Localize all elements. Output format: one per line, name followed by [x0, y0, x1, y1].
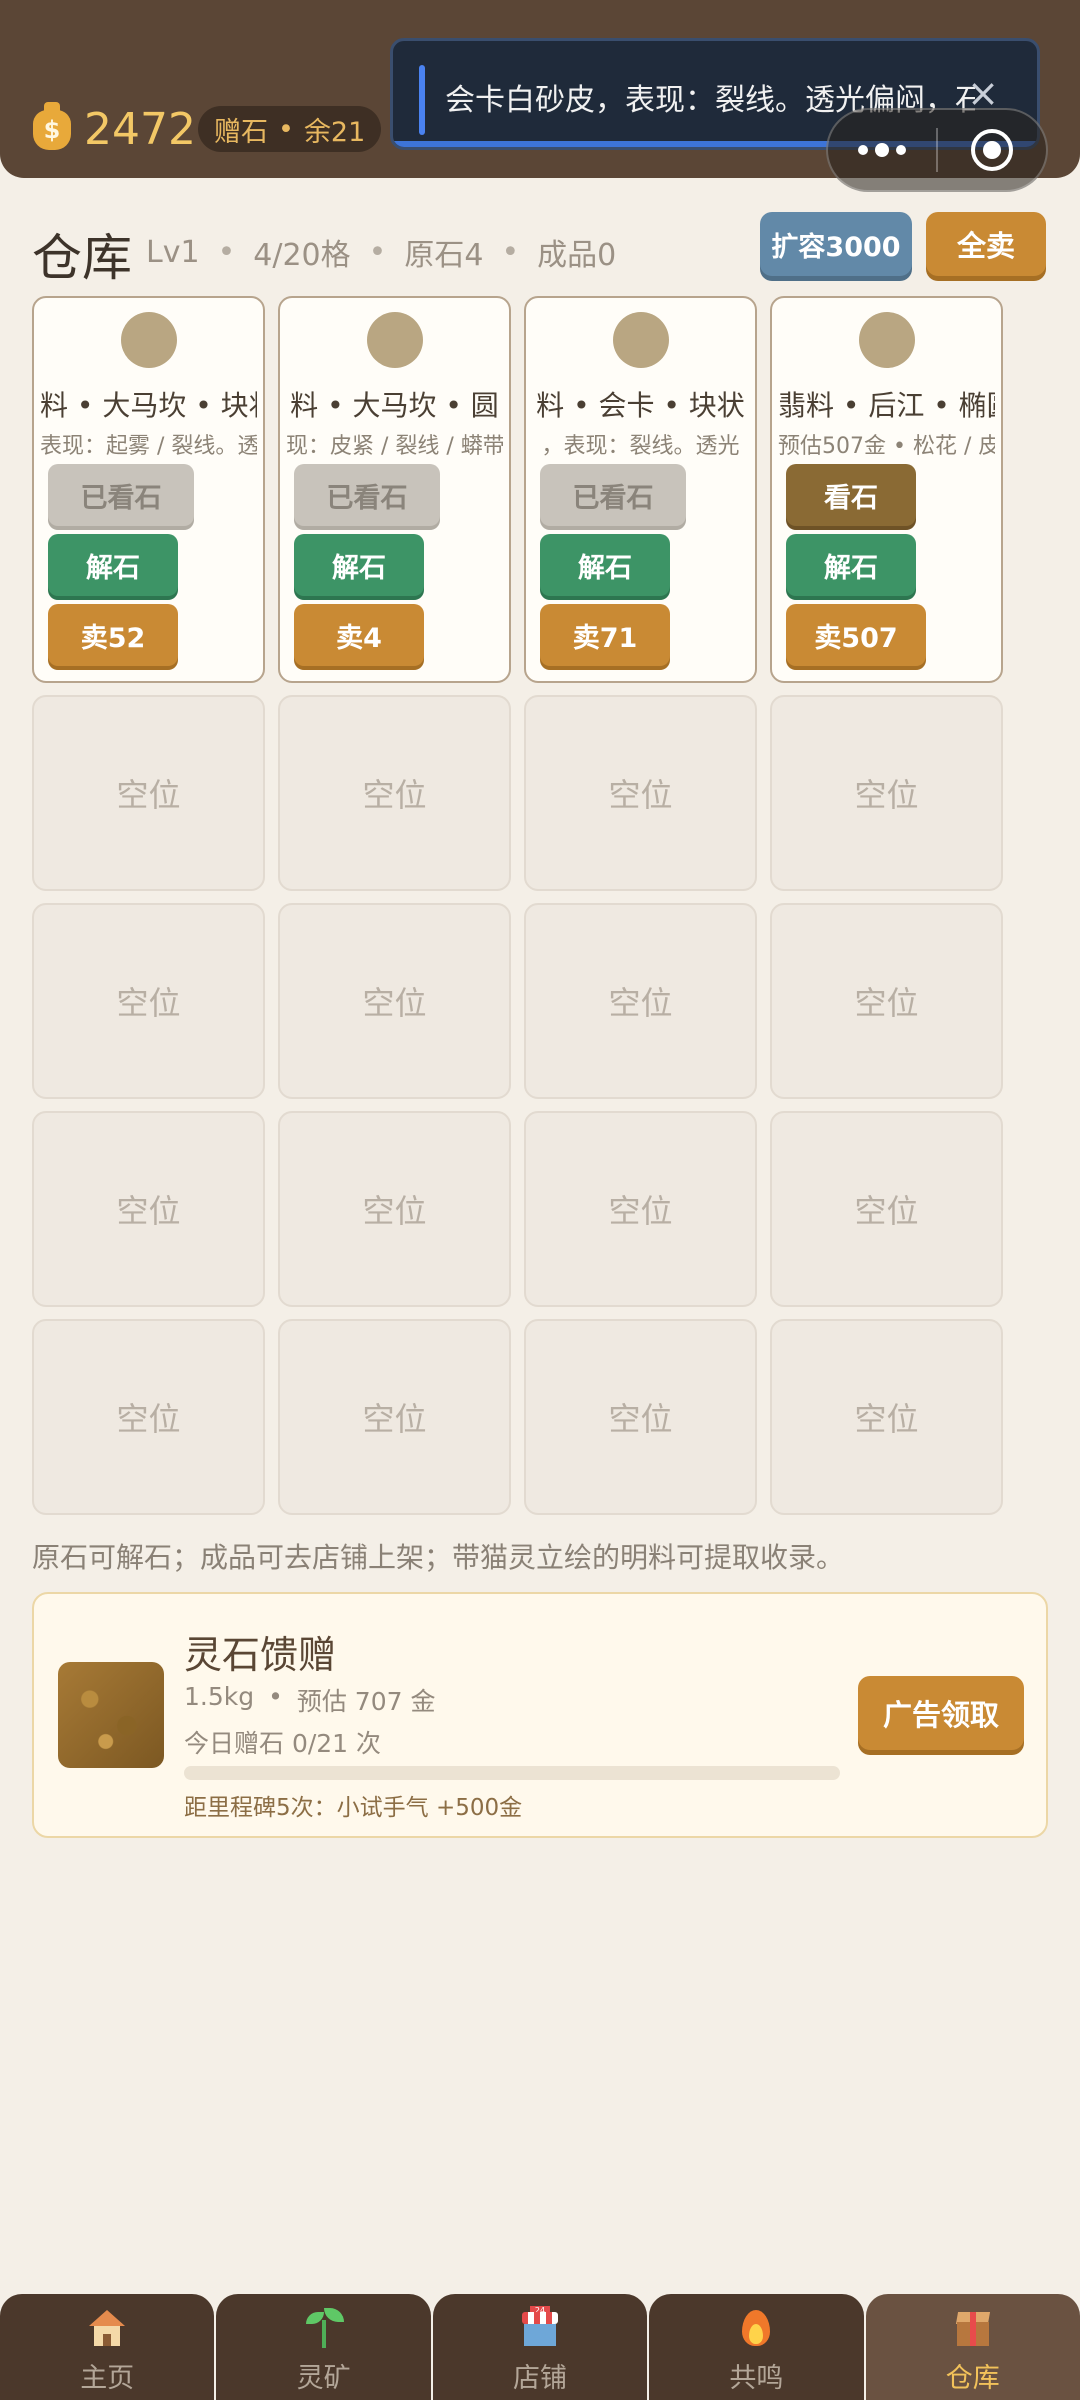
- empty-slot[interactable]: 空位: [32, 903, 265, 1099]
- item-description: ，表现：裂线。透光: [541, 434, 740, 459]
- bottom-navigation: 主页 灵矿 24 店铺 共鸣 仓库: [0, 2294, 1080, 2400]
- gift-label: 赠石: [214, 116, 268, 148]
- coin-symbol: $: [33, 101, 71, 150]
- daily-progress-bar: [184, 1766, 840, 1780]
- warehouse-level: Lv1: [146, 234, 200, 270]
- inventory-grid: 料 • 大马坎 • 块状 表现：起雾 / 裂线。透 已看石 解石 卖52 料 •…: [32, 296, 1004, 1515]
- cut-stone-button[interactable]: 解石: [786, 534, 916, 596]
- nav-label: 仓库: [945, 2363, 1000, 2394]
- gift-weight: 1.5kg: [184, 1682, 255, 1711]
- nav-label: 店铺: [512, 2363, 567, 2394]
- stone-thumbnail: [858, 312, 915, 368]
- item-name: 料 • 会卡 • 块状: [536, 389, 745, 422]
- empty-slot[interactable]: 空位: [524, 1111, 757, 1307]
- stone-thumbnail: [120, 312, 177, 368]
- gift-stone-badge[interactable]: 赠石 • 余21: [198, 106, 382, 152]
- empty-slot[interactable]: 空位: [278, 1111, 511, 1307]
- gift-details: 1.5kg • 预估 707 金: [184, 1682, 435, 1718]
- sprout-icon: [302, 2306, 346, 2350]
- empty-slot[interactable]: 空位: [770, 1319, 1003, 1515]
- separator-dot: •: [217, 234, 236, 270]
- cut-stone-button[interactable]: 解石: [48, 534, 178, 596]
- separator-dot: •: [501, 234, 520, 270]
- empty-slot[interactable]: 空位: [524, 903, 757, 1099]
- empty-slot[interactable]: 空位: [278, 695, 511, 891]
- nav-mine[interactable]: 灵矿: [216, 2294, 431, 2400]
- close-icon[interactable]: ×: [967, 73, 999, 113]
- viewed-stone-button[interactable]: 已看石: [294, 464, 440, 526]
- inventory-item[interactable]: 翡料 • 后江 • 椭圆 预估507金 • 松花 / 皮 看石 解石 卖507: [770, 296, 1003, 683]
- help-text: 原石可解石；成品可去店铺上架；带猫灵立绘的明料可提取收录。: [32, 1541, 845, 1574]
- warehouse-slots: 4/20格: [253, 238, 351, 273]
- watch-ad-claim-button[interactable]: 广告领取: [858, 1676, 1024, 1750]
- empty-slot[interactable]: 空位: [770, 903, 1003, 1099]
- milestone-text: 距里程碑5次：小试手气 +500金: [184, 1795, 523, 1821]
- empty-slot[interactable]: 空位: [32, 695, 265, 891]
- nav-home[interactable]: 主页: [0, 2294, 215, 2400]
- page-title: 仓库: [32, 229, 132, 287]
- inventory-item[interactable]: 料 • 会卡 • 块状 ，表现：裂线。透光 已看石 解石 卖71: [524, 296, 757, 683]
- gift-estimate: 预估 707 金: [296, 1687, 436, 1716]
- nav-resonance[interactable]: 共鸣: [649, 2294, 864, 2400]
- sell-all-button[interactable]: 全卖: [926, 212, 1046, 276]
- gift-title: 灵石馈赠: [184, 1633, 337, 1677]
- expand-button[interactable]: 扩容3000: [760, 212, 912, 276]
- box-icon: [951, 2306, 995, 2350]
- nav-label: 主页: [80, 2363, 135, 2394]
- nav-label: 共鸣: [729, 2363, 784, 2394]
- sell-button[interactable]: 卖4: [294, 604, 424, 666]
- empty-slot[interactable]: 空位: [32, 1111, 265, 1307]
- gift-remaining: 余21: [303, 116, 366, 148]
- daily-gift-count: 今日赠石 0/21 次: [184, 1729, 382, 1758]
- empty-slot[interactable]: 空位: [770, 695, 1003, 891]
- viewed-stone-button[interactable]: 已看石: [48, 464, 194, 526]
- item-description: 表现：起雾 / 裂线。透: [40, 434, 257, 459]
- miniprogram-capsule: [826, 108, 1048, 192]
- more-menu-icon[interactable]: [828, 143, 936, 157]
- raw-stone-image: [58, 1662, 164, 1768]
- nav-shop[interactable]: 24 店铺: [432, 2294, 648, 2400]
- view-stone-button[interactable]: 看石: [786, 464, 916, 526]
- raw-stone-count: 原石4: [404, 238, 484, 273]
- home-icon: [85, 2306, 129, 2350]
- stone-thumbnail: [612, 312, 669, 368]
- shop-icon: 24: [518, 2306, 562, 2350]
- empty-slot[interactable]: 空位: [770, 1111, 1003, 1307]
- item-description: 预估507金 • 松花 / 皮: [778, 434, 995, 459]
- money-bag-icon: $: [32, 101, 72, 152]
- empty-slot[interactable]: 空位: [278, 1319, 511, 1515]
- item-description: 现：皮紧 / 裂线 / 蟒带: [286, 434, 503, 459]
- item-name: 料 • 大马坎 • 块状: [40, 389, 257, 422]
- fire-icon: [734, 2306, 778, 2350]
- gift-stone-card: 灵石馈赠 1.5kg • 预估 707 金 今日赠石 0/21 次 距里程碑5次…: [32, 1592, 1048, 1838]
- nav-warehouse[interactable]: 仓库: [865, 2294, 1080, 2400]
- sell-button[interactable]: 卖507: [786, 604, 926, 666]
- inventory-item[interactable]: 料 • 大马坎 • 圆 现：皮紧 / 裂线 / 蟒带 已看石 解石 卖4: [278, 296, 511, 683]
- empty-slot[interactable]: 空位: [278, 903, 511, 1099]
- gift-dot: •: [278, 113, 294, 145]
- sell-button[interactable]: 卖71: [540, 604, 670, 666]
- empty-slot[interactable]: 空位: [524, 695, 757, 891]
- empty-slot[interactable]: 空位: [524, 1319, 757, 1515]
- separator-dot: •: [368, 234, 387, 270]
- empty-slot[interactable]: 空位: [32, 1319, 265, 1515]
- warehouse-stats: Lv1 • 4/20格 • 原石4 • 成品0: [146, 230, 616, 274]
- inventory-item[interactable]: 料 • 大马坎 • 块状 表现：起雾 / 裂线。透 已看石 解石 卖52: [32, 296, 265, 683]
- separator-dot: •: [268, 1682, 283, 1711]
- toast-accent: [419, 65, 425, 135]
- cut-stone-button[interactable]: 解石: [540, 534, 670, 596]
- coin-value: 2472: [84, 104, 196, 155]
- coin-balance: $ 2472: [32, 101, 196, 155]
- viewed-stone-button[interactable]: 已看石: [540, 464, 686, 526]
- nav-label: 灵矿: [296, 2363, 351, 2394]
- stone-thumbnail: [366, 312, 423, 368]
- close-miniprogram-icon[interactable]: [938, 129, 1046, 171]
- sell-button[interactable]: 卖52: [48, 604, 178, 666]
- item-name: 翡料 • 后江 • 椭圆: [778, 389, 995, 422]
- item-name: 料 • 大马坎 • 圆: [290, 389, 499, 422]
- finished-count: 成品0: [537, 238, 617, 273]
- cut-stone-button[interactable]: 解石: [294, 534, 424, 596]
